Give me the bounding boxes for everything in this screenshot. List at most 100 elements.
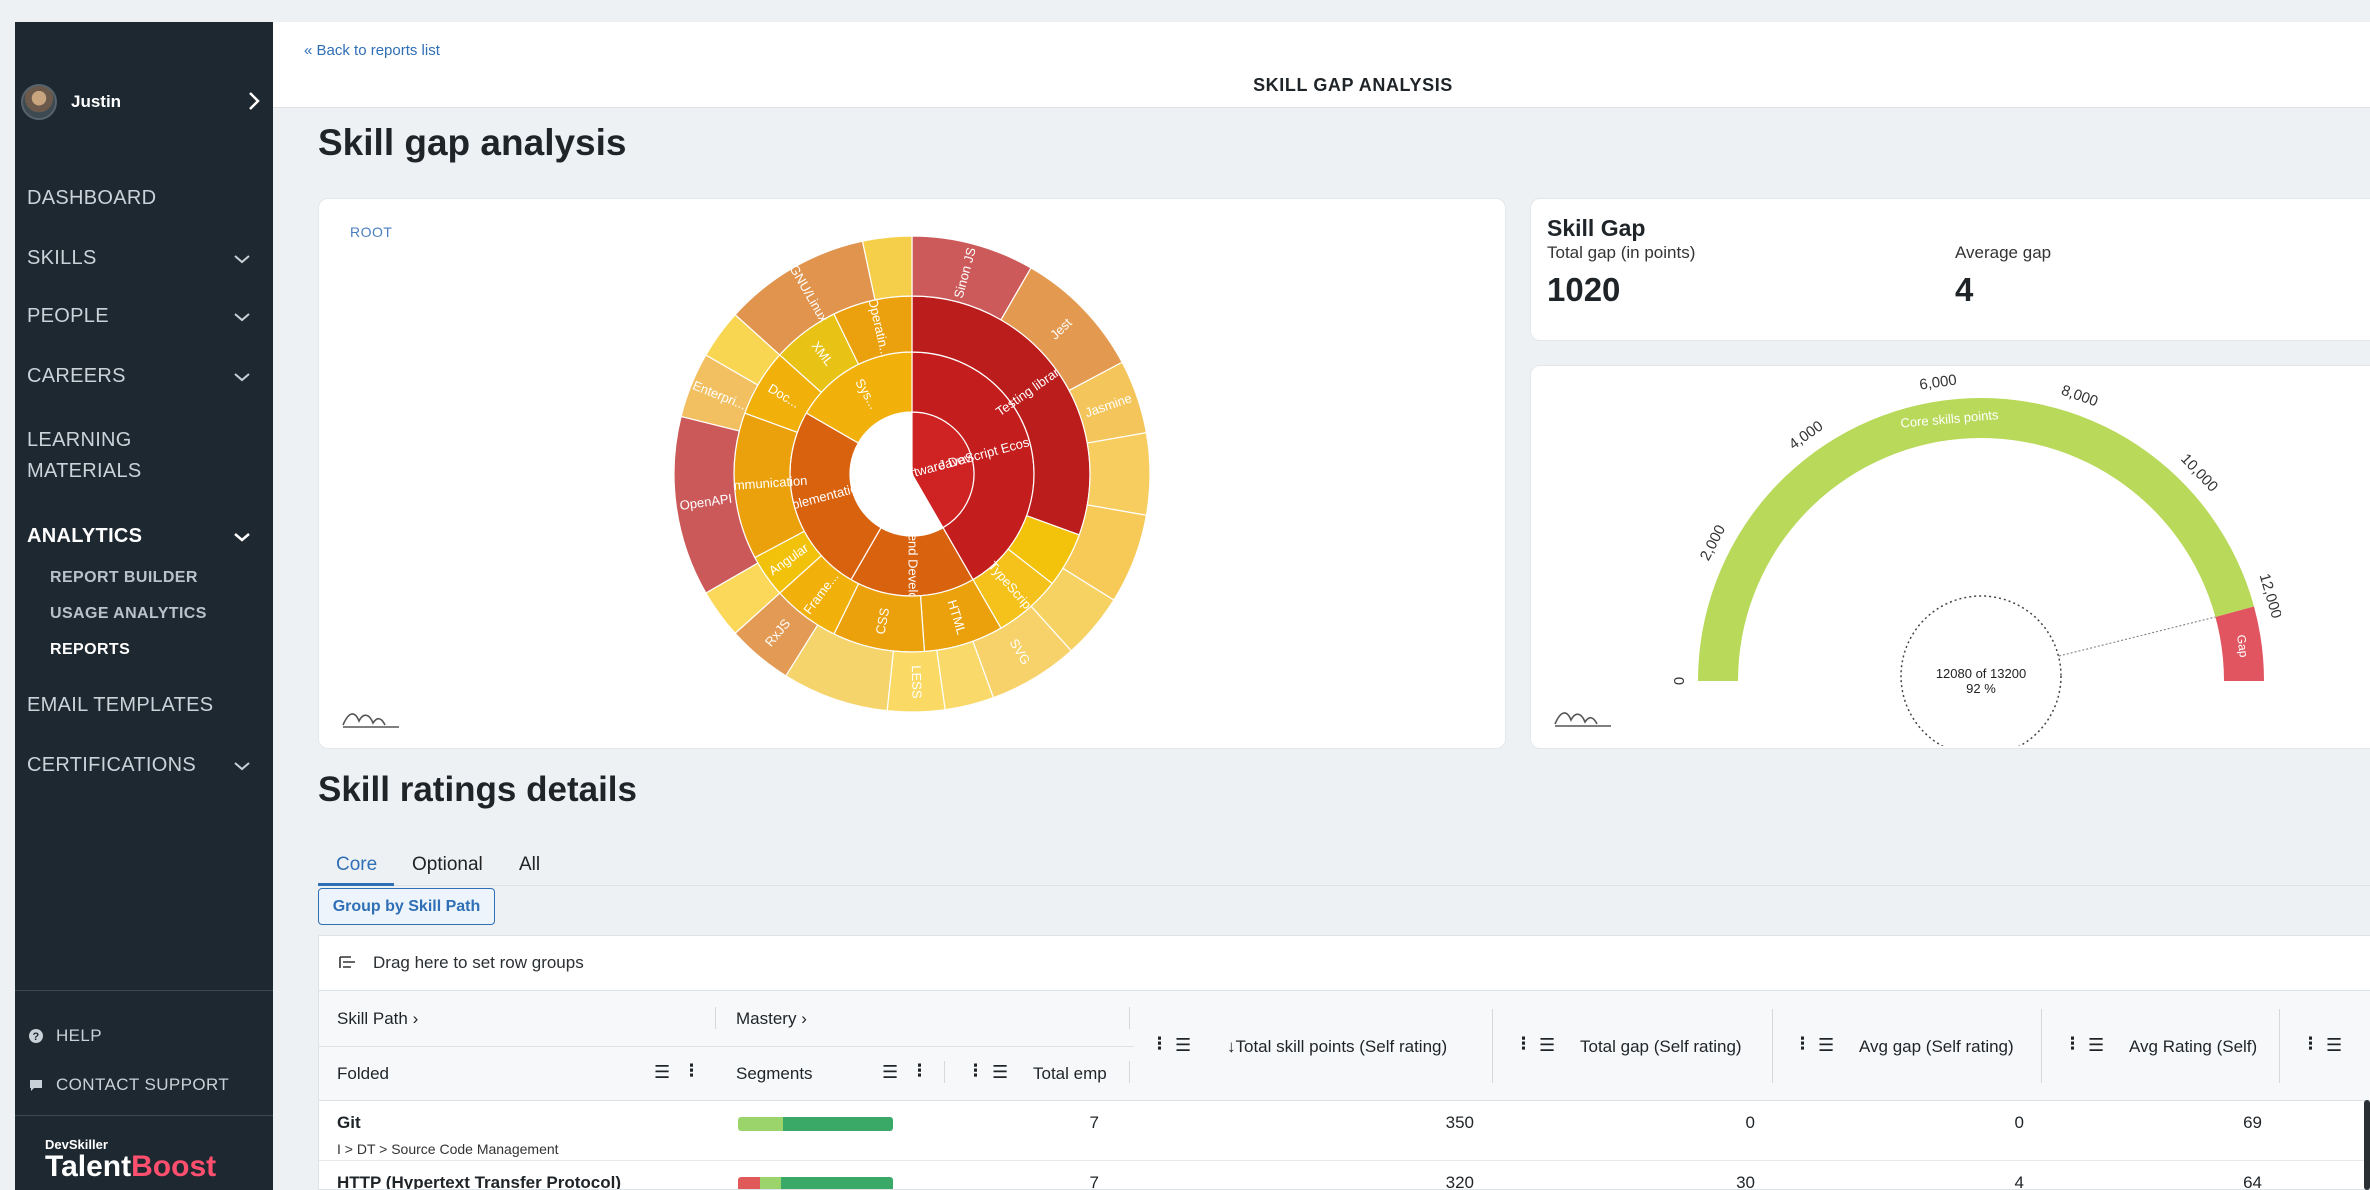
sidebar-item-analytics[interactable]: ANALYTICS — [15, 525, 273, 548]
table-row[interactable]: Git I > DT > Source Code Management 7 35… — [319, 1101, 2370, 1161]
user-menu[interactable]: Justin — [21, 80, 267, 124]
column-header-total-emp[interactable]: Total emp — [1033, 1064, 1107, 1084]
filter-icon[interactable]: ☰ — [882, 1062, 898, 1083]
svg-text:?: ? — [32, 1031, 39, 1043]
contact-support-link[interactable]: CONTACT SUPPORT — [28, 1075, 229, 1095]
total-gap-label: Total gap (in points) — [1547, 243, 1696, 262]
active-tab-indicator — [318, 883, 394, 886]
gauge-pointer-line — [2058, 616, 2216, 657]
top-bar: « Back to reports list SKILL GAP ANALYSI… — [273, 22, 2370, 108]
back-to-reports-link[interactable]: « Back to reports list — [304, 42, 440, 59]
gauge-center-percent: 92 % — [1966, 681, 1996, 696]
sidebar-item-certifications[interactable]: CERTIFICATIONS — [15, 754, 273, 777]
gauge-card: 0 2,000 4,000 6,000 8,000 10,000 12,000 Core sk… — [1530, 365, 2370, 749]
sidebar: Justin DASHBOARD SKILLS PEOPLE CAREERS L… — [15, 22, 273, 1190]
column-group-label: Skill Path — [337, 1009, 408, 1028]
filter-icon[interactable]: ☰ — [992, 1062, 1008, 1083]
avg-gap-value: 0 — [2014, 1113, 2024, 1132]
sidebar-item-skills[interactable]: SKILLS — [15, 247, 273, 270]
header-separator — [1492, 1009, 1493, 1083]
sidebar-item-label: MATERIALS — [27, 460, 142, 482]
column-header-total-gap[interactable]: Total gap (Self rating) — [1580, 1037, 1742, 1057]
sunburst-chart[interactable]: Software Deve...So...JavaScript Ecosyste… — [652, 214, 1172, 734]
logo-talent: Talent — [45, 1150, 132, 1183]
column-header-avg-rating[interactable]: Avg Rating (Self) — [2129, 1037, 2257, 1057]
column-header-avg-gap[interactable]: Avg gap (Self rating) — [1859, 1037, 2014, 1057]
table-row[interactable]: HTTP (Hypertext Transfer Protocol) 7 320… — [319, 1161, 2370, 1190]
filter-icon[interactable]: ☰ — [2088, 1035, 2104, 1056]
column-menu-icon[interactable]: ⋮ — [1151, 1034, 1168, 1054]
avg-gap-value: 4 — [2014, 1173, 2024, 1190]
skill-name[interactable]: HTTP (Hypertext Transfer Protocol) — [337, 1173, 621, 1189]
help-label: HELP — [56, 1026, 103, 1045]
sidebar-item-label: CAREERS — [27, 365, 126, 387]
column-menu-icon[interactable]: ⋮ — [911, 1061, 928, 1081]
mastery-segment — [782, 1117, 893, 1131]
help-link[interactable]: ? HELP — [28, 1026, 102, 1046]
filter-icon[interactable]: ☰ — [1539, 1035, 1555, 1056]
average-gap-value: 4 — [1955, 271, 1974, 308]
column-menu-icon[interactable]: ⋮ — [1515, 1034, 1532, 1054]
row-group-icon — [339, 956, 355, 968]
column-group-skill-path[interactable]: Skill Path › — [337, 1009, 418, 1029]
column-menu-icon[interactable]: ⋮ — [967, 1061, 984, 1081]
gauge-tick-label: 2,000 — [1697, 522, 1729, 563]
sunburst-segment[interactable] — [1086, 431, 1151, 517]
tab-core[interactable]: Core — [336, 854, 377, 876]
sidebar-subitem-reports[interactable]: REPORTS — [15, 641, 130, 659]
chevron-right-icon: › — [412, 1009, 419, 1028]
drag-hint: Drag here to set row groups — [373, 953, 584, 972]
filter-icon[interactable]: ☰ — [1818, 1035, 1834, 1056]
header-separator — [715, 1007, 716, 1029]
filter-icon[interactable]: ☰ — [1175, 1035, 1191, 1056]
average-gap-label: Average gap — [1955, 243, 2052, 262]
column-header-segments[interactable]: Segments — [736, 1064, 813, 1084]
total-emp-value: 7 — [1089, 1113, 1099, 1132]
column-menu-icon[interactable]: ⋮ — [1794, 1034, 1811, 1054]
group-by-skill-path-button[interactable]: Group by Skill Path — [318, 888, 495, 925]
column-header-total-skill-points[interactable]: ↓Total skill points (Self rating) — [1227, 1037, 1447, 1057]
gauge-chart: 02,0004,0006,000 8,00010,00012,000Core sk… — [1671, 371, 2281, 746]
mastery-segment — [738, 1117, 783, 1131]
vertical-scrollbar[interactable] — [2364, 1100, 2370, 1190]
skill-gap-title: Skill Gap — [1547, 215, 1646, 241]
total-emp-value: 7 — [1089, 1173, 1099, 1190]
mastery-segment — [738, 1177, 760, 1189]
column-group-mastery[interactable]: Mastery › — [736, 1009, 807, 1029]
filter-icon[interactable]: ☰ — [2326, 1035, 2342, 1056]
sidebar-item-learning-materials[interactable]: LEARNING MATERIALS — [15, 425, 142, 487]
mastery-segment — [759, 1177, 782, 1189]
sidebar-item-email-templates[interactable]: EMAIL TEMPLATES — [15, 694, 213, 717]
mastery-segments-bar — [738, 1177, 893, 1189]
filter-icon[interactable]: ☰ — [654, 1062, 670, 1083]
total-points-value: 350 — [1445, 1113, 1474, 1132]
sidebar-item-dashboard[interactable]: DASHBOARD — [15, 187, 156, 210]
sidebar-subitem-usage-analytics[interactable]: USAGE ANALYTICS — [15, 605, 207, 623]
breadcrumb-root[interactable]: ROOT — [350, 224, 392, 240]
logo-boost: Boost — [131, 1150, 217, 1183]
chevron-down-icon — [234, 312, 250, 321]
skill-name[interactable]: Git — [337, 1113, 361, 1133]
sunburst-card: ROOT Software Deve...So...JavaScript Eco… — [318, 198, 1506, 749]
chart-logo-icon — [342, 713, 399, 728]
talentboost-logo: DevSkiller TalentBoost — [45, 1137, 216, 1182]
sidebar-item-careers[interactable]: CAREERS — [15, 365, 273, 388]
sunburst-label: LESS — [909, 665, 925, 699]
column-header-folded[interactable]: Folded — [337, 1064, 389, 1084]
tab-all[interactable]: All — [519, 854, 540, 876]
sidebar-item-people[interactable]: PEOPLE — [15, 305, 273, 328]
sidebar-subitem-report-builder[interactable]: REPORT BUILDER — [15, 569, 198, 587]
header-separator — [2279, 1009, 2280, 1083]
mastery-segment — [781, 1177, 893, 1189]
tab-optional[interactable]: Optional — [412, 854, 483, 876]
row-group-drop-zone[interactable]: Drag here to set row groups — [319, 936, 2370, 991]
tab-bar: Core Optional All — [318, 848, 2370, 886]
skill-path: I > DT > Source Code Management — [337, 1141, 559, 1157]
column-menu-icon[interactable]: ⋮ — [683, 1061, 700, 1081]
avg-rating-value: 69 — [2243, 1113, 2262, 1132]
section-title-analysis: Skill gap analysis — [318, 122, 627, 163]
column-menu-icon[interactable]: ⋮ — [2064, 1034, 2081, 1054]
chevron-down-icon — [234, 254, 250, 263]
header-separator — [1772, 1009, 1773, 1083]
column-menu-icon[interactable]: ⋮ — [2302, 1034, 2319, 1054]
